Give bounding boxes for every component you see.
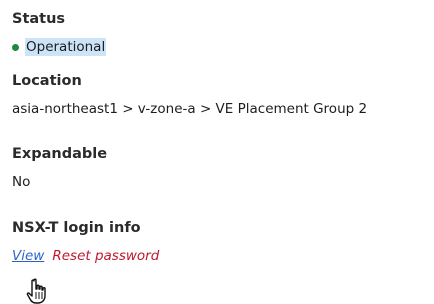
nsx-login-links: View Reset password xyxy=(12,247,428,265)
expandable-label: Expandable xyxy=(12,146,108,162)
nsx-login-label: NSX-T login info xyxy=(12,220,141,236)
nsx-login-section: NSX-T login info View Reset password xyxy=(12,219,428,265)
hand-pointer-icon xyxy=(26,278,46,304)
reset-password-link[interactable]: Reset password xyxy=(52,247,159,265)
expandable-section: Expandable No xyxy=(12,145,428,191)
status-value-row: Operational xyxy=(12,38,428,56)
view-link[interactable]: View xyxy=(12,247,44,265)
expandable-value: No xyxy=(12,174,31,190)
location-value: asia-northeast1 > v-zone-a > VE Placemen… xyxy=(12,101,368,117)
location-label: Location xyxy=(12,73,82,89)
status-indicator-icon xyxy=(12,43,19,51)
status-label: Status xyxy=(12,11,66,27)
location-section: Location asia-northeast1 > v-zone-a > VE… xyxy=(12,72,428,118)
details-panel: Status Operational Location asia-northea… xyxy=(12,10,428,265)
status-section: Status Operational xyxy=(12,10,428,56)
status-value: Operational xyxy=(25,38,107,56)
